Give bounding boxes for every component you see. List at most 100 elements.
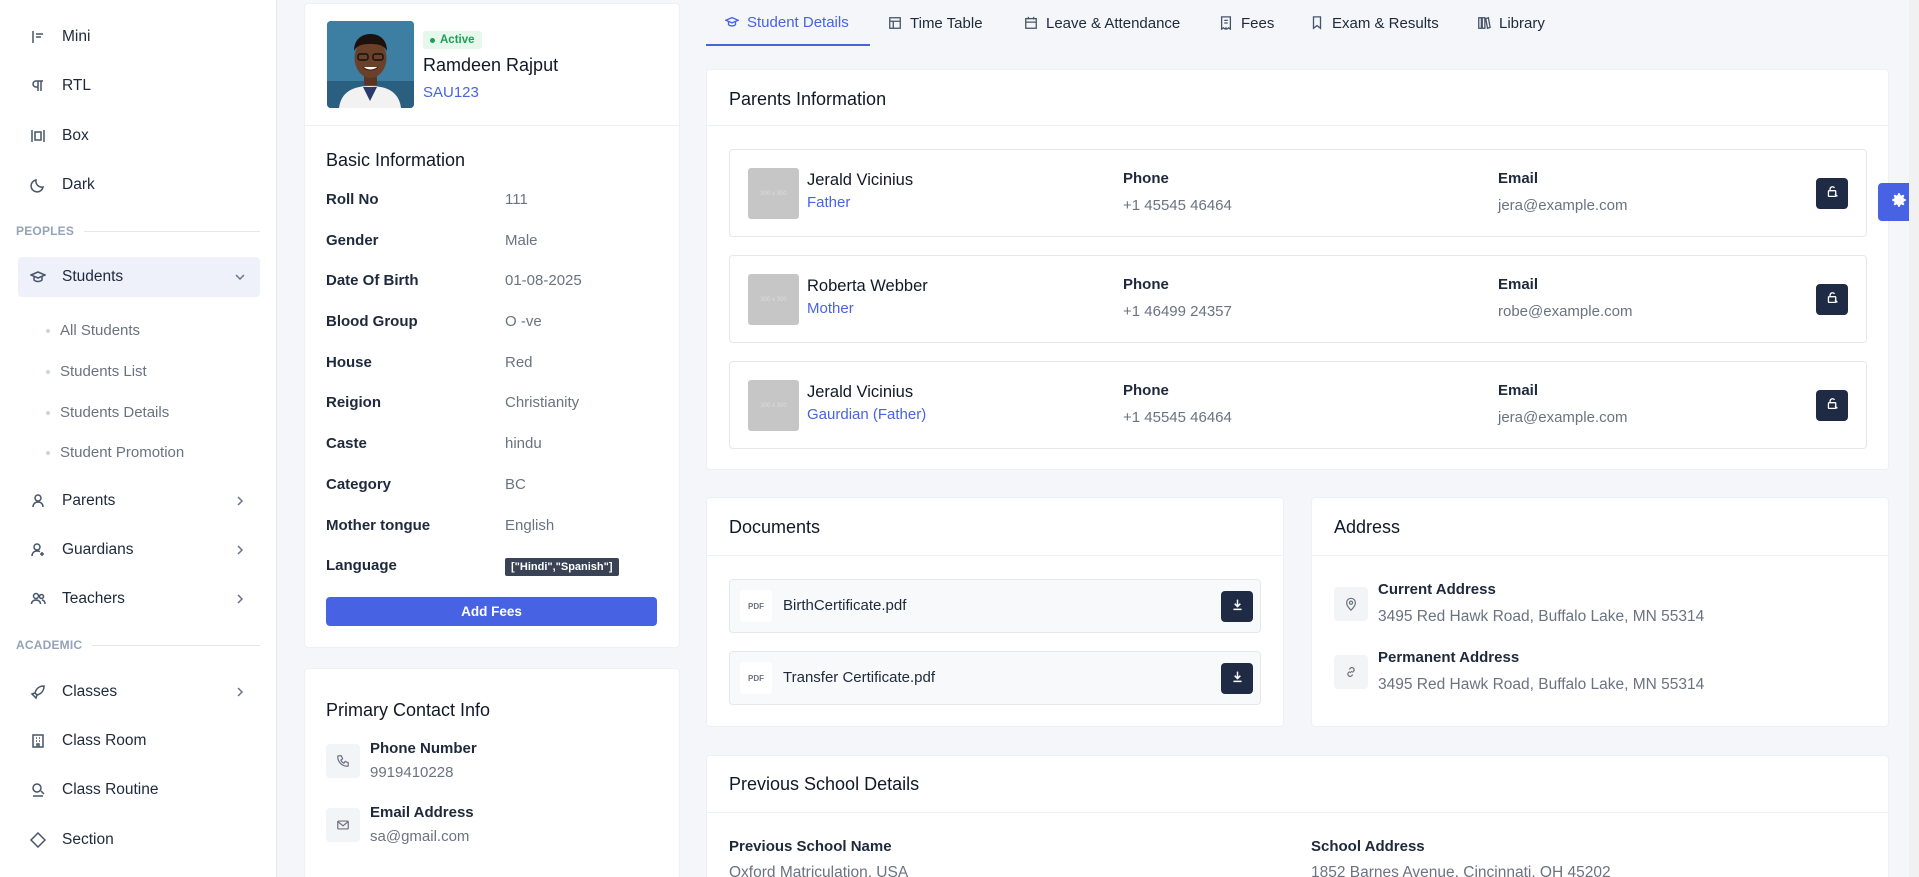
graduation-cap-icon	[725, 15, 739, 29]
email-value: sa@gmail.com	[370, 828, 470, 845]
phone-heading: Phone	[1123, 170, 1169, 187]
add-fees-button[interactable]: Add Fees	[326, 597, 657, 626]
sidebar-item-teachers[interactable]: Teachers	[18, 579, 260, 619]
sidebar-item-label: Dark	[62, 176, 95, 193]
student-id[interactable]: SAU123	[423, 84, 479, 101]
divider	[706, 125, 1889, 126]
tab-exam-results[interactable]: Exam & Results	[1310, 0, 1439, 46]
sidebar-item-label: Classes	[62, 683, 118, 700]
info-value: 111	[505, 191, 528, 208]
current-address-label: Current Address	[1378, 581, 1496, 598]
info-label: Mother tongue	[326, 517, 431, 534]
info-value: hindu	[505, 435, 542, 452]
parent-phone: +1 45545 46464	[1123, 197, 1232, 214]
bookmark-edit-icon	[1310, 16, 1324, 30]
reset-password-button[interactable]	[1816, 284, 1848, 315]
info-value: O -ve	[505, 313, 542, 330]
info-label: Date Of Birth	[326, 272, 419, 289]
users-icon	[28, 589, 48, 609]
tab-label: Library	[1499, 14, 1545, 32]
sidebar-item-label: Mini	[62, 28, 91, 45]
sidebar-item-parents[interactable]: Parents	[18, 481, 260, 521]
sidebar-item-dark[interactable]: Dark	[18, 165, 260, 205]
reset-password-button[interactable]	[1816, 390, 1848, 421]
sidebar-item-label: Teachers	[62, 590, 125, 607]
parent-name: Roberta Webber	[807, 277, 928, 295]
rocket-icon	[28, 682, 48, 702]
parent-row: 300 x 300 Jerald Vicinius Father Phone +…	[729, 149, 1867, 237]
moon-icon	[28, 175, 48, 195]
download-button[interactable]	[1221, 591, 1253, 622]
info-label: Category	[326, 476, 392, 493]
receipt-icon	[1219, 16, 1233, 30]
lock-reset-icon	[1826, 397, 1839, 415]
sidebar-item-label: Box	[62, 127, 89, 144]
language-label: Language	[326, 557, 397, 574]
sidebar-item-class-room[interactable]: Class Room	[18, 721, 260, 761]
sidebar-subitem-student-promotion[interactable]: Student Promotion	[46, 444, 184, 461]
pdf-file-icon: PDF	[740, 590, 772, 622]
document-name: BirthCertificate.pdf	[783, 597, 907, 614]
parent-email: jera@example.com	[1498, 409, 1628, 426]
gear-icon	[1890, 191, 1908, 214]
sidebar-item-class-routine[interactable]: Class Routine	[18, 770, 260, 810]
tab-leave-attendance[interactable]: Leave & Attendance	[1024, 0, 1180, 46]
current-address-value: 3495 Red Hawk Road, Buffalo Lake, MN 553…	[1378, 608, 1705, 625]
info-value: Red	[505, 354, 533, 371]
download-button[interactable]	[1221, 663, 1253, 694]
lock-reset-icon	[1826, 185, 1839, 203]
previous-school-name-label: Previous School Name	[729, 838, 892, 855]
sidebar-item-section[interactable]: Section	[18, 820, 260, 860]
phone-label: Phone Number	[370, 740, 477, 757]
link-icon	[1334, 655, 1368, 689]
sidebar-subitem-all-students[interactable]: All Students	[46, 322, 140, 339]
info-value: 01-08-2025	[505, 272, 582, 289]
reset-password-button[interactable]	[1816, 178, 1848, 209]
phone-heading: Phone	[1123, 382, 1169, 399]
basic-info-title: Basic Information	[326, 150, 466, 170]
sidebar-item-label: Guardians	[62, 541, 134, 558]
tab-student-details[interactable]: Student Details	[706, 0, 870, 46]
section-title-peoples: PEOPLES	[16, 224, 260, 238]
documents-title: Documents	[729, 517, 821, 537]
download-icon	[1231, 598, 1244, 616]
sidebar-subitem-students-details[interactable]: Students Details	[46, 404, 169, 421]
section-title-academic: ACADEMIC	[16, 638, 260, 652]
tab-label: Exam & Results	[1332, 14, 1439, 32]
chevron-right-icon	[232, 591, 248, 607]
permanent-address-value: 3495 Red Hawk Road, Buffalo Lake, MN 553…	[1378, 676, 1705, 693]
divider	[1311, 555, 1889, 556]
parent-name: Jerald Vicinius	[807, 383, 914, 401]
sidebar-item-students[interactable]: Students	[18, 257, 260, 297]
box-layout-icon	[28, 126, 48, 146]
diamond-icon	[28, 830, 48, 850]
previous-school-name-value: Oxford Matriculation, USA	[729, 864, 909, 877]
tab-label: Fees	[1241, 14, 1275, 32]
sidebar-item-box[interactable]: Box	[18, 116, 260, 156]
calendar-icon	[1024, 16, 1038, 30]
guardian-icon	[28, 540, 48, 560]
tab-fees[interactable]: Fees	[1219, 0, 1274, 46]
sidebar-item-label: Class Routine	[62, 781, 159, 798]
tab-time-table[interactable]: Time Table	[888, 0, 983, 46]
sidebar-item-classes[interactable]: Classes	[18, 672, 260, 712]
rtl-icon	[28, 76, 48, 96]
school-address-label: School Address	[1311, 838, 1425, 855]
email-label: Email Address	[370, 804, 474, 821]
tab-library[interactable]: Library	[1477, 0, 1545, 46]
sidebar-subitem-students-list[interactable]: Students List	[46, 363, 147, 380]
parent-phone: +1 45545 46464	[1123, 409, 1232, 426]
sidebar-item-rtl[interactable]: RTL	[18, 66, 260, 106]
info-value: Male	[505, 232, 538, 249]
previous-school-title: Previous School Details	[729, 774, 920, 794]
sidebar-item-mini[interactable]: Mini	[18, 17, 260, 57]
sidebar-item-guardians[interactable]: Guardians	[18, 530, 260, 570]
parent-row: 300 x 300 Roberta Webber Mother Phone +1…	[729, 255, 1867, 343]
sidebar-item-label: Section	[62, 831, 114, 848]
parent-relation: Gaurdian (Father)	[807, 406, 927, 423]
permanent-address-label: Permanent Address	[1378, 649, 1520, 666]
info-label: Blood Group	[326, 313, 418, 330]
parents-title: Parents Information	[729, 89, 887, 109]
scrollbar[interactable]	[1909, 0, 1919, 877]
parent-email: robe@example.com	[1498, 303, 1633, 320]
